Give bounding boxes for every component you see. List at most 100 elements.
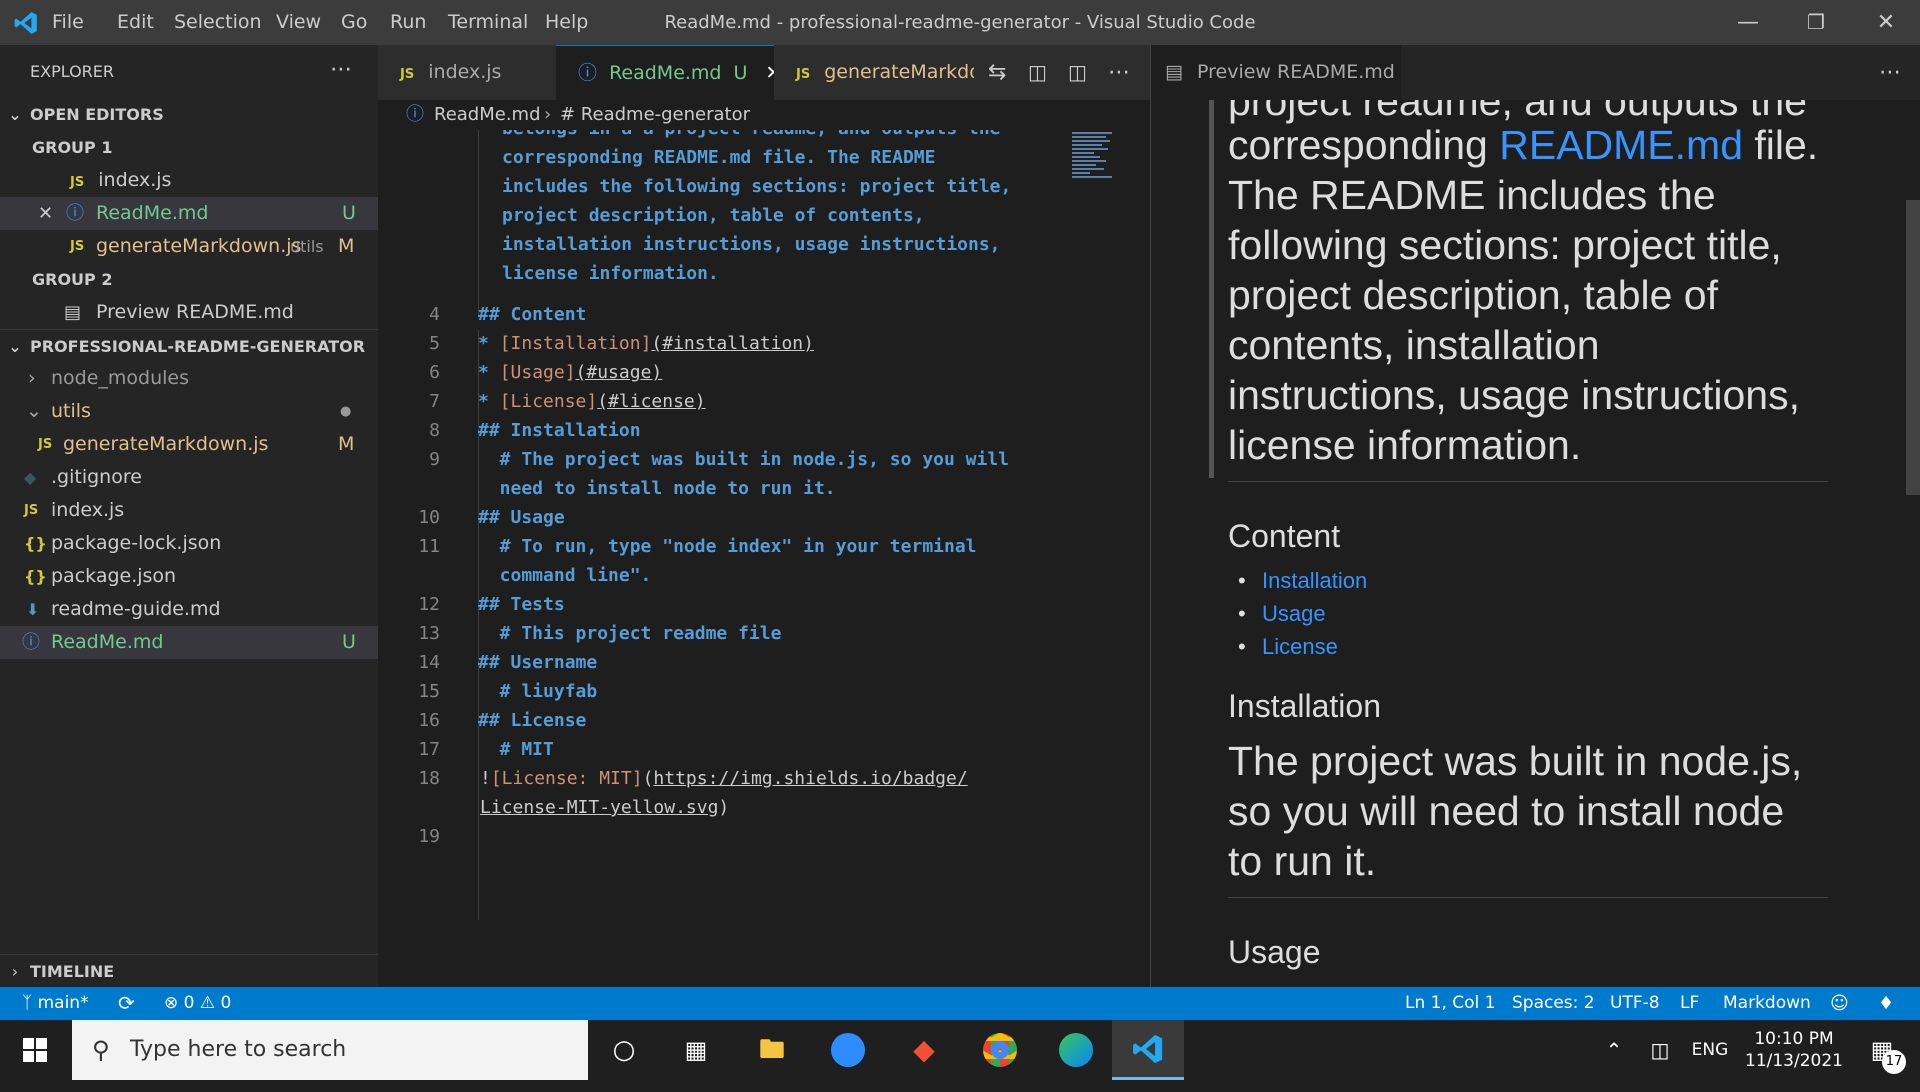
clock[interactable]: 10:10 PM 11/13/2021 bbox=[1738, 1020, 1850, 1080]
open-changes-icon[interactable]: ⇆ bbox=[980, 45, 1020, 100]
menu-file[interactable]: File bbox=[52, 0, 84, 45]
link-installation[interactable]: Installation bbox=[1262, 568, 1367, 593]
tree-pkg[interactable]: {} package.json bbox=[0, 560, 378, 593]
preview-icon: ▤ bbox=[1165, 61, 1183, 83]
group1-label: GROUP 1 bbox=[32, 138, 113, 157]
open-editor-readme[interactable]: ✕ ⓘ ReadMe.md U bbox=[0, 197, 378, 230]
tree-pkglock[interactable]: {} package-lock.json bbox=[0, 527, 378, 560]
tab-preview-label: Preview README.md bbox=[1197, 61, 1395, 83]
open-editors-header[interactable]: ⌄ OPEN EDITORS bbox=[0, 98, 378, 131]
indentation-status[interactable]: Spaces: 2 bbox=[1512, 987, 1595, 1020]
chevron-up-icon[interactable]: ⌃ bbox=[1596, 1020, 1632, 1080]
tree-gen[interactable]: JS generateMarkdown.js M bbox=[0, 428, 378, 461]
md-link-url: (#license) bbox=[597, 391, 706, 412]
explorer-title: EXPLORER bbox=[30, 62, 114, 81]
code-line-12: ## Tests bbox=[478, 594, 565, 615]
menu-view[interactable]: View bbox=[276, 0, 321, 45]
tab-index[interactable]: JS index.js bbox=[378, 45, 556, 100]
menu-terminal[interactable]: Terminal bbox=[448, 0, 528, 45]
sync-icon[interactable]: ⟳ bbox=[118, 987, 135, 1020]
tab-preview[interactable]: ▤ Preview README.md ✕ bbox=[1151, 45, 1401, 100]
code-editor[interactable]: belongs in a a project readme, and outpu… bbox=[378, 130, 1150, 987]
readme-link[interactable]: README.md bbox=[1499, 122, 1743, 168]
markdown-preview[interactable]: project readme, and outputs the correspo… bbox=[1151, 100, 1920, 987]
menu-go[interactable]: Go bbox=[341, 0, 367, 45]
breadcrumb-file[interactable]: ReadMe.md bbox=[434, 100, 541, 130]
tree-utils[interactable]: ⌄ utils ● bbox=[0, 395, 378, 428]
file-explorer-icon[interactable]: 🖿 bbox=[740, 1020, 804, 1080]
split-editor-icon[interactable]: ◫ bbox=[1060, 45, 1100, 100]
feedback-icon[interactable]: ☺ bbox=[1830, 987, 1849, 1020]
close-tab-icon[interactable]: ✕ bbox=[766, 62, 774, 84]
open-preview-side-icon[interactable]: ◫ bbox=[1020, 45, 1060, 100]
network-icon[interactable]: ◫ bbox=[1642, 1020, 1678, 1080]
bell-icon[interactable]: ♦ bbox=[1878, 987, 1894, 1020]
chrome-icon[interactable] bbox=[968, 1020, 1032, 1080]
tree-readme[interactable]: ⓘ ReadMe.md U bbox=[0, 626, 378, 659]
eol-status[interactable]: LF bbox=[1680, 987, 1699, 1020]
timeline-header[interactable]: › TIMELINE bbox=[0, 954, 378, 987]
language-status[interactable]: Markdown bbox=[1723, 987, 1811, 1020]
menu-edit[interactable]: Edit bbox=[117, 0, 154, 45]
taskbar-search-input[interactable]: ⚲ Type here to search bbox=[72, 1020, 588, 1080]
open-editor-readme-label: ReadMe.md bbox=[96, 202, 209, 224]
menu-help[interactable]: Help bbox=[545, 0, 588, 45]
link-license[interactable]: License bbox=[1262, 634, 1338, 659]
edge-icon[interactable] bbox=[1044, 1020, 1108, 1080]
close-window-button[interactable]: ✕ bbox=[1852, 0, 1920, 45]
tree-guide[interactable]: ⬇ readme-guide.md bbox=[0, 593, 378, 626]
zoom-icon[interactable] bbox=[816, 1020, 880, 1080]
start-button[interactable] bbox=[0, 1020, 70, 1080]
link-usage[interactable]: Usage bbox=[1262, 601, 1326, 626]
close-icon[interactable]: ✕ bbox=[38, 197, 53, 230]
tree-utils-label: utils bbox=[51, 400, 91, 422]
menu-selection[interactable]: Selection bbox=[174, 0, 262, 45]
tree-gitignore[interactable]: ◆ .gitignore bbox=[0, 461, 378, 494]
vscode-taskbar-icon[interactable] bbox=[1112, 1020, 1184, 1080]
group2-label: GROUP 2 bbox=[32, 270, 113, 289]
js-file-icon: JS bbox=[796, 67, 811, 82]
open-editor-preview[interactable]: ▤ Preview README.md bbox=[0, 296, 378, 329]
tree-index[interactable]: JS index.js bbox=[0, 494, 378, 527]
open-editor-index[interactable]: JS index.js bbox=[70, 164, 370, 197]
status-bar: ᛉ main* ⟳ ⊗ 0 ⚠ 0 Ln 1, Col 1 Spaces: 2 … bbox=[0, 987, 1920, 1020]
modified-badge: M bbox=[338, 235, 355, 257]
tab-gen[interactable]: JS generateMarkdow bbox=[774, 45, 974, 100]
tab-readme[interactable]: ⓘ ReadMe.md U ✕ bbox=[556, 45, 774, 100]
problems-status[interactable]: ⊗ 0 ⚠ 0 bbox=[164, 987, 231, 1020]
notification-center-icon[interactable]: ▦ 17 bbox=[1852, 1020, 1912, 1080]
project-label: PROFESSIONAL-README-GENERATOR bbox=[30, 337, 366, 356]
json-icon: {} bbox=[24, 534, 47, 553]
minimize-button[interactable]: — bbox=[1714, 0, 1782, 45]
menu-run[interactable]: Run bbox=[390, 0, 426, 45]
more-actions-icon[interactable]: ⋯ bbox=[1100, 45, 1140, 100]
restore-button[interactable]: ❐ bbox=[1782, 0, 1850, 45]
open-editor-gen[interactable]: JS generateMarkdown.js utils M bbox=[0, 230, 378, 263]
cortana-icon[interactable]: ○ bbox=[596, 1020, 652, 1080]
list-item: • License bbox=[1238, 634, 1338, 659]
clock-date: 11/13/2021 bbox=[1745, 1051, 1843, 1071]
preview-scrollbar[interactable] bbox=[1906, 200, 1920, 495]
explorer-more-icon[interactable]: ⋯ bbox=[330, 53, 360, 86]
line-number: 6 bbox=[429, 362, 440, 383]
code-line-3-wrap: license information. bbox=[502, 263, 719, 284]
line-number: 14 bbox=[418, 652, 440, 673]
chevron-down-icon: ⌄ bbox=[8, 337, 22, 356]
git-client-icon[interactable]: ◆ bbox=[892, 1020, 956, 1080]
more-actions-icon[interactable]: ⋯ bbox=[1871, 45, 1911, 100]
encoding-status[interactable]: UTF-8 bbox=[1610, 987, 1660, 1020]
breadcrumb-symbol[interactable]: # Readme-generator bbox=[560, 100, 750, 130]
untracked-badge: U bbox=[342, 631, 356, 653]
project-header[interactable]: ⌄ PROFESSIONAL-README-GENERATOR bbox=[0, 329, 378, 362]
task-view-icon[interactable]: ▦ bbox=[664, 1020, 728, 1080]
list-item: • Usage bbox=[1238, 601, 1326, 626]
search-icon: ⚲ bbox=[92, 1036, 110, 1064]
untracked-badge: U bbox=[733, 62, 748, 84]
branch-status[interactable]: ᛉ main* bbox=[22, 987, 89, 1020]
minimap[interactable] bbox=[1072, 130, 1122, 190]
tree-node-modules[interactable]: › node_modules bbox=[0, 362, 378, 395]
preview-icon: ▤ bbox=[64, 302, 82, 323]
language-indicator[interactable]: ENG bbox=[1684, 1020, 1736, 1080]
open-editor-gen-dir: utils bbox=[290, 237, 324, 256]
cursor-position[interactable]: Ln 1, Col 1 bbox=[1405, 987, 1496, 1020]
